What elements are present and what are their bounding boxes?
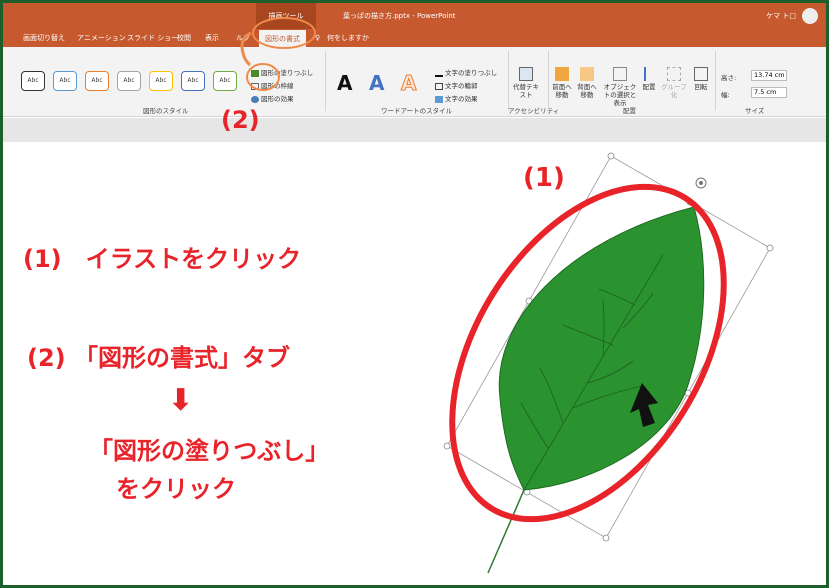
shape-outline-button[interactable]: 図形の枠線 xyxy=(251,80,294,90)
title-bar: 描画ツール 葉っぱの描き方.pptx - PowerPoint ケマ ト□ xyxy=(3,3,826,29)
wordart-blue[interactable]: A xyxy=(369,71,384,95)
tab-shape-format[interactable]: 図形の書式 xyxy=(259,29,306,47)
group-divider xyxy=(715,51,716,111)
height-label: 高さ: xyxy=(721,74,737,82)
marker-2: (2) xyxy=(221,106,260,134)
height-input[interactable]: 13.74 cm xyxy=(751,70,787,81)
step2-line2: 「図形の塗りつぶし」 xyxy=(89,437,330,465)
width-input[interactable]: 7.5 cm xyxy=(751,87,787,98)
text-effects-button[interactable]: 文字の効果 xyxy=(435,93,478,103)
drawing-tools-label: 描画ツール xyxy=(256,3,316,29)
tab-help[interactable]: ルプ xyxy=(236,29,250,47)
pen-icon xyxy=(251,82,259,90)
alt-text-label: 代替テキスト xyxy=(513,83,539,99)
tab-review[interactable]: 校閲 xyxy=(177,29,191,47)
screenshot-frame: 描画ツール 葉っぱの描き方.pptx - PowerPoint ケマ ト□ 画面… xyxy=(3,3,826,585)
style-thumb[interactable]: Abc xyxy=(21,71,45,91)
tab-transitions[interactable]: 画面切り替え xyxy=(23,29,65,47)
group-label: グループ化 xyxy=(661,83,687,99)
alt-text-icon xyxy=(519,67,533,81)
wordart-orange[interactable]: A xyxy=(400,71,417,96)
step2-line3: をクリック xyxy=(116,475,236,503)
wordart-black[interactable]: A xyxy=(337,71,352,95)
shape-fill-label: 図形の塗りつぶし xyxy=(261,69,314,77)
effects-icon xyxy=(251,95,259,103)
tab-animations[interactable]: アニメーション xyxy=(77,29,126,47)
group-divider xyxy=(508,51,509,111)
rotate-icon xyxy=(694,67,708,81)
bring-forward-button[interactable]: 前面へ移動 xyxy=(551,67,573,99)
align-button[interactable]: 配置 xyxy=(641,67,657,91)
ribbon-tabs: 画面切り替え アニメーション スライド ショー 校閲 表示 ルプ 図形の書式 ♀… xyxy=(3,29,826,47)
text-effects-icon xyxy=(435,95,443,103)
document-title: 葉っぱの描き方.pptx - PowerPoint xyxy=(343,12,456,20)
text-fill-button[interactable]: 文字の塗りつぶし xyxy=(435,67,497,77)
shape-effects-button[interactable]: 図形の効果 xyxy=(251,93,294,103)
group-button[interactable]: グループ化 xyxy=(659,67,689,99)
selection-pane-icon xyxy=(613,67,627,81)
tab-view[interactable]: 表示 xyxy=(205,29,219,47)
text-fill-icon xyxy=(435,70,443,77)
down-arrow-icon: ⬇ xyxy=(168,383,194,418)
paint-bucket-icon xyxy=(251,69,259,77)
align-icon xyxy=(644,67,654,81)
slide-area-gap xyxy=(3,118,826,142)
text-outline-button[interactable]: 文字の輪郭 xyxy=(435,80,478,90)
size-group-label: サイズ xyxy=(745,107,765,115)
selection-pane-button[interactable]: オブジェクトの選択と表示 xyxy=(601,67,639,107)
user-name[interactable]: ケマ ト□ xyxy=(766,3,796,29)
shape-outline-label: 図形の枠線 xyxy=(261,82,294,90)
step2-text: (2) 「図形の書式」タブ xyxy=(27,344,290,372)
marker-1: (1) xyxy=(523,163,565,193)
style-thumb[interactable]: Abc xyxy=(213,71,237,91)
rotate-label: 回転 xyxy=(694,83,708,91)
group-divider xyxy=(548,51,549,111)
shape-fill-button[interactable]: 図形の塗りつぶし xyxy=(251,67,313,77)
bring-forward-icon xyxy=(555,67,569,81)
style-thumb[interactable]: Abc xyxy=(53,71,77,91)
style-thumb[interactable]: Abc xyxy=(181,71,205,91)
style-thumb[interactable]: Abc xyxy=(149,71,173,91)
alt-text-button[interactable]: 代替テキスト xyxy=(512,67,540,99)
lightbulb-icon: ♀ xyxy=(315,34,321,42)
accessibility-group-label: アクセシビリティ xyxy=(508,107,560,115)
selection-pane-label: オブジェクトの選択と表示 xyxy=(603,83,637,107)
align-label: 配置 xyxy=(642,83,656,91)
style-thumb[interactable]: Abc xyxy=(117,71,141,91)
send-backward-icon xyxy=(580,67,594,81)
width-label: 幅: xyxy=(721,91,730,99)
send-backward-button[interactable]: 背面へ移動 xyxy=(576,67,598,99)
step1-text: (1) イラストをクリック xyxy=(23,245,302,273)
send-backward-label: 背面へ移動 xyxy=(577,83,597,99)
arrange-group-label: 配置 xyxy=(623,107,636,115)
text-outline-icon xyxy=(435,82,443,90)
text-fill-label: 文字の塗りつぶし xyxy=(445,69,498,77)
shape-styles-group-label: 図形のスタイル xyxy=(143,107,189,115)
avatar[interactable] xyxy=(802,8,818,24)
text-effects-label: 文字の効果 xyxy=(445,95,478,103)
ribbon: Abc Abc Abc Abc Abc Abc Abc 図形の塗りつぶし 図形の… xyxy=(3,47,826,117)
rotate-button[interactable]: 回転 xyxy=(691,67,711,91)
shape-effects-label: 図形の効果 xyxy=(261,95,294,103)
group-icon xyxy=(667,67,681,81)
style-thumb[interactable]: Abc xyxy=(85,71,109,91)
tab-slideshow[interactable]: スライド ショー xyxy=(127,29,178,47)
wordart-styles-group-label: ワードアートのスタイル xyxy=(381,107,453,115)
tell-me-search[interactable]: 何をしますか xyxy=(327,29,369,47)
group-divider xyxy=(325,51,326,111)
bring-forward-label: 前面へ移動 xyxy=(552,83,572,99)
text-outline-label: 文字の輪郭 xyxy=(445,82,478,90)
